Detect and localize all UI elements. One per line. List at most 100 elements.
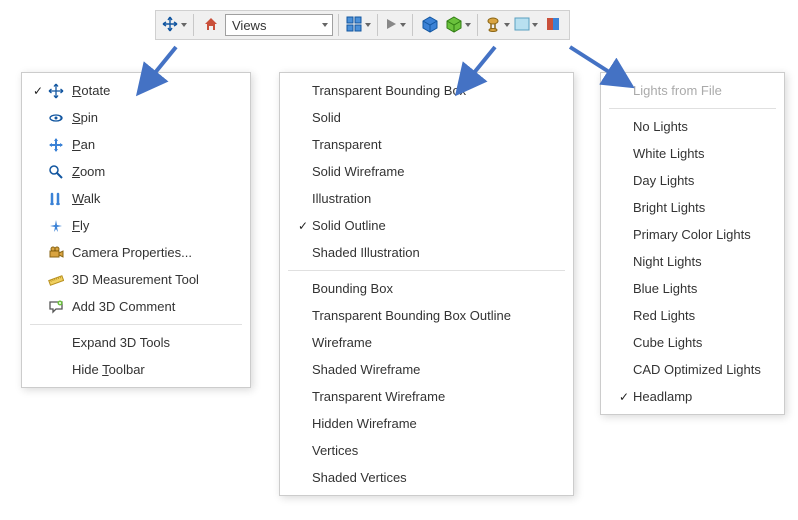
render-mode-item[interactable]: Illustration [280, 185, 573, 212]
menu-item-label: Vertices [312, 443, 358, 458]
menu-item-label: Bright Lights [633, 200, 705, 215]
check-icon: ✓ [615, 390, 633, 404]
lighting-item[interactable]: Blue Lights [601, 275, 784, 302]
nav-menu-item[interactable]: ✓Rotate [22, 77, 250, 104]
toolbar-separator [338, 14, 339, 36]
toolbar-separator [377, 14, 378, 36]
lighting-item[interactable]: Red Lights [601, 302, 784, 329]
menu-item-label: Solid Wireframe [312, 164, 404, 179]
background-color-button[interactable] [513, 13, 539, 37]
home-view-button[interactable] [199, 13, 223, 37]
cube-green-icon [445, 15, 463, 36]
color-swatch-icon [514, 17, 530, 34]
menu-item-label: Transparent [312, 137, 382, 152]
dropdown-caret-icon [504, 23, 510, 27]
render-mode-item[interactable]: Solid [280, 104, 573, 131]
render-mode-item[interactable]: Bounding Box [280, 275, 573, 302]
render-mode-item[interactable]: Transparent Bounding Box Outline [280, 302, 573, 329]
dropdown-caret-icon [400, 23, 406, 27]
menu-item-label: Illustration [312, 191, 371, 206]
render-mode-item[interactable]: Shaded Vertices [280, 464, 573, 491]
render-mode-item[interactable]: Solid Wireframe [280, 158, 573, 185]
nav-menu-item[interactable]: 3D Measurement Tool [22, 266, 250, 293]
render-mode-item[interactable]: Vertices [280, 437, 573, 464]
nav-menu-item[interactable]: Fly [22, 212, 250, 239]
menu-item-label: 3D Measurement Tool [72, 272, 199, 287]
menu-item-label: Solid [312, 110, 341, 125]
render-mode-item[interactable]: Shaded Wireframe [280, 356, 573, 383]
nav-menu-item[interactable]: Add 3D Comment [22, 293, 250, 320]
nav-menu-item[interactable]: Spin [22, 104, 250, 131]
menu-item-label: No Lights [633, 119, 688, 134]
menu-item-label: Wireframe [312, 335, 372, 350]
lighting-item[interactable]: White Lights [601, 140, 784, 167]
lighting-item[interactable]: CAD Optimized Lights [601, 356, 784, 383]
menu-item-label: Shaded Vertices [312, 470, 407, 485]
render-mode-item[interactable]: Wireframe [280, 329, 573, 356]
pan-icon [46, 137, 66, 153]
nav-menu-item[interactable]: Expand 3D Tools [22, 329, 250, 356]
render-mode-item[interactable]: Hidden Wireframe [280, 410, 573, 437]
menu-item-label: Fly [72, 218, 89, 233]
menu-item-label: Camera Properties... [72, 245, 192, 260]
render-mode-item[interactable]: Shaded Illustration [280, 239, 573, 266]
cross-section-button[interactable] [541, 13, 565, 37]
dropdown-caret-icon [465, 23, 471, 27]
menu-item-label: Cube Lights [633, 335, 702, 350]
lighting-item[interactable]: Primary Color Lights [601, 221, 784, 248]
3d-toolbar: Views [155, 10, 570, 40]
menu-item-label: Night Lights [633, 254, 702, 269]
lighting-button[interactable] [483, 13, 511, 37]
lights-from-file-item: Lights from File [601, 77, 784, 104]
measure-icon [46, 272, 66, 288]
menu-item-label: Pan [72, 137, 95, 152]
play-animation-button[interactable] [383, 13, 407, 37]
render-mode-item[interactable]: Transparent [280, 131, 573, 158]
render-mode-menu: Transparent Bounding Box Solid Transparent… [279, 72, 574, 496]
menu-item-label: Bounding Box [312, 281, 393, 296]
lighting-item[interactable]: ✓Headlamp [601, 383, 784, 410]
menu-item-label: Hidden Wireframe [312, 416, 417, 431]
lighting-item[interactable]: No Lights [601, 113, 784, 140]
fly-icon [46, 218, 66, 234]
menu-item-label: CAD Optimized Lights [633, 362, 761, 377]
lighting-item[interactable]: Cube Lights [601, 329, 784, 356]
nav-menu-item[interactable]: Camera Properties... [22, 239, 250, 266]
play-icon [384, 17, 398, 34]
menu-item-label: Zoom [72, 164, 105, 179]
dropdown-caret-icon [322, 23, 328, 27]
views-dropdown-value: Views [232, 18, 266, 33]
nav-menu-item[interactable]: Hide Toolbar [22, 356, 250, 383]
menu-item-label: White Lights [633, 146, 705, 161]
render-mode-item[interactable]: Transparent Wireframe [280, 383, 573, 410]
model-tree-button[interactable] [344, 13, 372, 37]
render-mode-button[interactable] [444, 13, 472, 37]
menu-item-label: Hide Toolbar [72, 362, 145, 377]
render-mode-item[interactable]: Transparent Bounding Box [280, 77, 573, 104]
nav-menu-item[interactable]: Pan [22, 131, 250, 158]
nav-menu-item[interactable]: Walk [22, 185, 250, 212]
nav-menu-item[interactable]: Zoom [22, 158, 250, 185]
lighting-item[interactable]: Bright Lights [601, 194, 784, 221]
menu-item-label: Transparent Bounding Box Outline [312, 308, 511, 323]
menu-item-label: Rotate [72, 83, 110, 98]
menu-item-label: Day Lights [633, 173, 694, 188]
projection-button[interactable] [418, 13, 442, 37]
navigation-tools-menu: ✓RotateSpin Pan Zoom Walk Fly Camera Properti… [21, 72, 251, 388]
menu-item-label: Solid Outline [312, 218, 386, 233]
comment-icon [46, 299, 66, 315]
menu-separator [288, 270, 565, 271]
dropdown-caret-icon [532, 23, 538, 27]
navigation-tool-button[interactable] [160, 13, 188, 37]
lighting-item[interactable]: Day Lights [601, 167, 784, 194]
menu-item-label: Transparent Wireframe [312, 389, 445, 404]
render-mode-item[interactable]: ✓Solid Outline [280, 212, 573, 239]
menu-item-label: Walk [72, 191, 100, 206]
model-tree-icon [345, 15, 363, 36]
spin-icon [46, 110, 66, 126]
menu-item-label: Add 3D Comment [72, 299, 175, 314]
views-dropdown[interactable]: Views [225, 14, 333, 36]
lighting-item[interactable]: Night Lights [601, 248, 784, 275]
menu-separator [609, 108, 776, 109]
menu-item-label: Lights from File [633, 83, 722, 98]
